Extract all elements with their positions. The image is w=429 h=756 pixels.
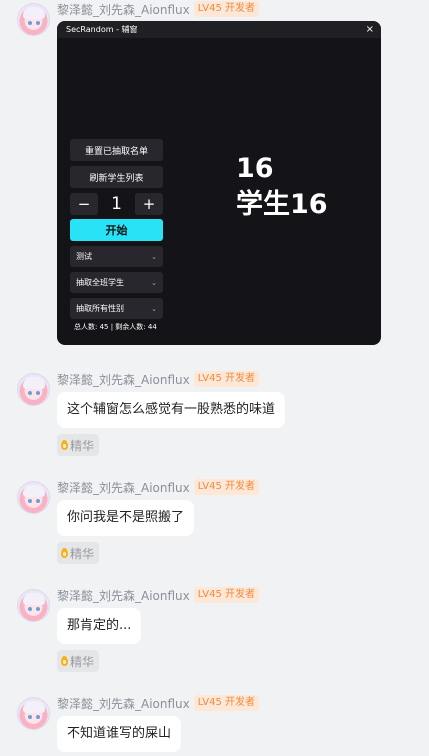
minus-button: − — [70, 193, 98, 215]
gender-select: 抽取所有性别 ⌄ — [70, 298, 163, 319]
avatar[interactable] — [17, 589, 50, 622]
avatar[interactable] — [17, 373, 50, 406]
level-badge: LV45 开发者 — [193, 1, 259, 17]
stats-text: 总人数: 45 | 剩余人数: 44 — [74, 323, 157, 331]
screenshot-image[interactable]: SecRandom - 辅窗 × 重置已抽取名单 刷新学生列表 − 1 + 开始… — [57, 21, 381, 345]
sender-row: 黎泽懿_刘先森_Aionflux LV45 开发者 — [57, 0, 259, 18]
close-icon: × — [365, 24, 374, 35]
count-value: 1 — [111, 194, 122, 214]
essence-tag[interactable]: 精华 — [57, 434, 100, 456]
sender-row: 黎泽懿_刘先森_Aionflux LV45 开发者 — [57, 694, 259, 712]
chevron-down-icon: ⌄ — [151, 304, 157, 313]
chevron-down-icon: ⌄ — [151, 252, 157, 261]
avatar[interactable] — [17, 697, 50, 730]
chevron-down-icon: ⌄ — [151, 278, 157, 287]
level-badge: LV45 开发者 — [193, 371, 259, 387]
sender-row: 黎泽懿_刘先森_Aionflux LV45 开发者 — [57, 586, 259, 604]
result-name: 学生16 — [236, 189, 328, 220]
username[interactable]: 黎泽懿_刘先森_Aionflux — [57, 1, 190, 18]
mode-select: 抽取全班学生 ⌄ — [70, 272, 163, 293]
avatar[interactable] — [17, 3, 50, 36]
essence-tag[interactable]: 精华 — [57, 542, 100, 564]
message-bubble[interactable]: 这个辅窗怎么感觉有一股熟悉的味道 — [57, 392, 286, 428]
avatar[interactable] — [17, 481, 50, 514]
username[interactable]: 黎泽懿_刘先森_Aionflux — [57, 587, 190, 604]
plus-button: + — [135, 193, 163, 215]
level-badge: LV45 开发者 — [193, 695, 259, 711]
username[interactable]: 黎泽懿_刘先森_Aionflux — [57, 479, 190, 496]
level-badge: LV45 开发者 — [193, 587, 259, 603]
result-number: 16 — [236, 153, 274, 184]
essence-label: 精华 — [70, 438, 95, 453]
level-badge: LV45 开发者 — [193, 479, 259, 495]
sender-row: 黎泽懿_刘先森_Aionflux LV45 开发者 — [57, 478, 259, 496]
flame-icon — [61, 656, 68, 666]
message-bubble[interactable]: 那肯定的... — [57, 608, 142, 644]
window-titlebar: SecRandom - 辅窗 × — [57, 21, 381, 38]
sender-row: 黎泽懿_刘先森_Aionflux LV45 开发者 — [57, 370, 259, 388]
flame-icon — [61, 440, 68, 450]
gender-select-value: 抽取所有性别 — [76, 304, 124, 313]
class-select-value: 测试 — [76, 252, 92, 261]
reset-list-button: 重置已抽取名单 — [70, 139, 163, 161]
flame-icon — [61, 548, 68, 558]
window-title: SecRandom - 辅窗 — [66, 25, 138, 34]
refresh-students-button: 刷新学生列表 — [70, 166, 163, 188]
message-bubble[interactable]: 你问我是不是照搬了 — [57, 500, 195, 536]
class-select: 测试 ⌄ — [70, 246, 163, 267]
essence-tag[interactable]: 精华 — [57, 650, 100, 672]
essence-label: 精华 — [70, 546, 95, 561]
message-bubble[interactable]: 不知道谁写的屎山 — [57, 716, 182, 752]
username[interactable]: 黎泽懿_刘先森_Aionflux — [57, 695, 190, 712]
result-display: 16 学生16 — [236, 151, 328, 223]
mode-select-value: 抽取全班学生 — [76, 278, 124, 287]
username[interactable]: 黎泽懿_刘先森_Aionflux — [57, 371, 190, 388]
essence-label: 精华 — [70, 654, 95, 669]
start-button: 开始 — [70, 219, 163, 241]
